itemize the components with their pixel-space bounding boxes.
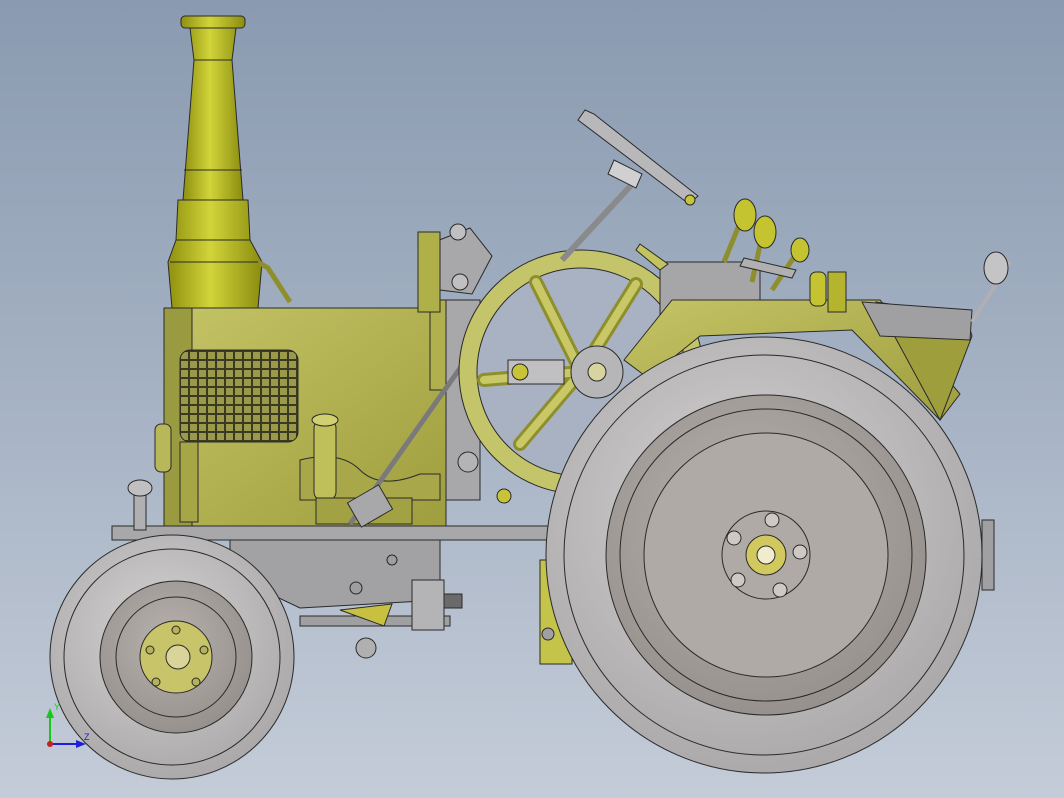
y-axis-arrow-icon [46, 708, 54, 718]
exhaust-stack[interactable] [167, 15, 293, 309]
y-axis-label: Y [54, 702, 60, 712]
coordinate-triad: Y Z [40, 696, 100, 756]
engine-block[interactable] [154, 299, 449, 527]
origin-icon [47, 741, 53, 747]
radiator-grille [179, 349, 299, 443]
cad-viewport[interactable]: Y Z [0, 0, 1064, 798]
steering-wheel[interactable] [559, 109, 699, 263]
tractor-model[interactable] [0, 0, 1064, 798]
z-axis-label: Z [84, 732, 90, 742]
